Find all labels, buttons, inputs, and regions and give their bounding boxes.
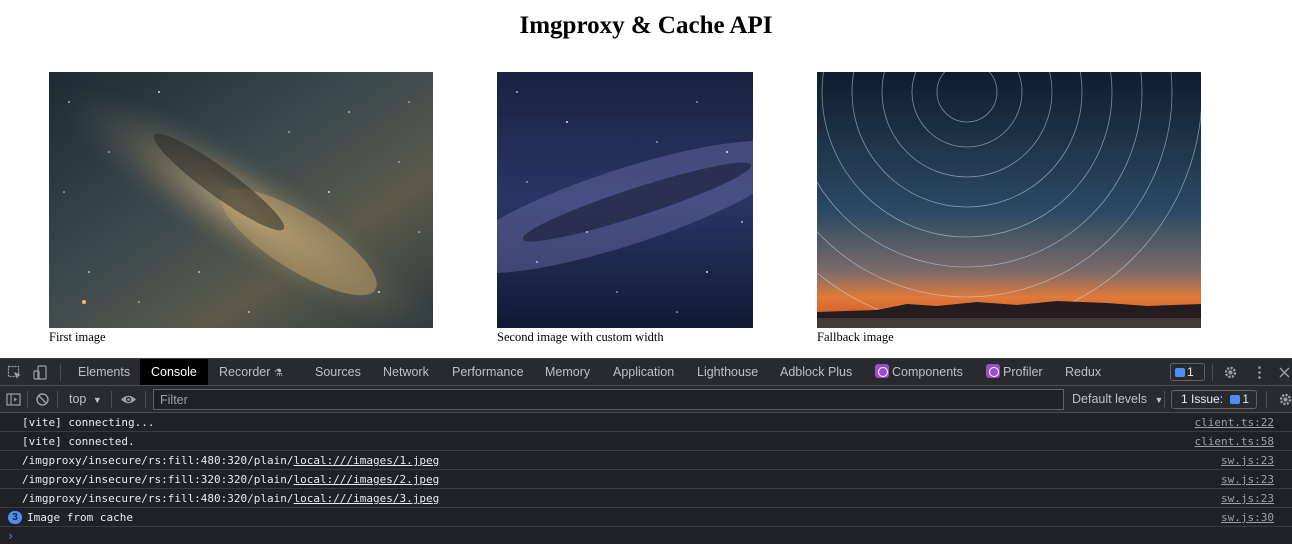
tab-elements[interactable]: Elements [67,359,141,385]
console-message: /imgproxy/insecure/rs:fill:480:320/plain… [22,451,439,470]
divider [1164,391,1165,408]
tab-performance[interactable]: Performance [441,359,535,385]
url-prefix: /imgproxy/insecure/rs:fill:480:320/plain… [22,454,294,467]
source-link[interactable]: sw.js:23 [1221,451,1274,470]
console-toolbar: top ▼ Default levels ▼ 1 Issue: 1 [0,386,1292,413]
issues-label: 1 Issue: [1181,392,1224,406]
source-link[interactable]: sw.js:23 [1221,470,1274,489]
tab-network[interactable]: Network [372,359,440,385]
console-row: /imgproxy/insecure/rs:fill:480:320/plain… [0,489,1292,508]
console-message: [vite] connecting... [22,416,155,429]
url-link[interactable]: local:///images/3.jpeg [294,492,440,505]
context-label: top [69,392,87,406]
tab-recorder[interactable]: Recorder ⚗ [208,359,294,385]
context-selector[interactable]: top ▼ [69,386,102,413]
divider [1212,364,1213,381]
divider [1266,391,1267,408]
url-link[interactable]: local:///images/1.jpeg [294,454,440,467]
milky-way-image [49,72,433,328]
messages-badge[interactable]: 1 [1170,363,1205,381]
flask-icon: ⚗ [273,368,283,379]
console-message: /imgproxy/insecure/rs:fill:480:320/plain… [22,489,439,508]
prompt-caret-icon: › [7,529,15,543]
divider [145,391,146,408]
source-link[interactable]: sw.js:23 [1221,489,1274,508]
web-page: Imgproxy & Cache API First image Second … [0,0,1292,358]
filter-input[interactable] [153,389,1064,410]
log-levels-label: Default levels [1072,392,1148,406]
divider [57,391,58,408]
settings-icon[interactable] [1278,392,1292,407]
inspect-icon[interactable] [7,365,22,380]
sidebar-toggle-icon[interactable] [6,392,21,407]
source-link[interactable]: client.ts:58 [1195,432,1274,451]
messages-count: 1 [1187,365,1194,379]
dropdown-arrow-icon: ▼ [1154,395,1164,405]
divider [60,364,61,381]
tab-application[interactable]: Application [602,359,685,385]
dropdown-arrow-icon: ▼ [92,395,102,405]
console-prompt[interactable]: › [0,527,1292,544]
console-output: [vite] connecting... client.ts:22 [vite]… [0,413,1292,544]
tab-adblock-plus[interactable]: Adblock Plus [769,359,863,385]
tab-components[interactable]: Components [864,359,974,385]
tab-lighthouse[interactable]: Lighthouse [686,359,769,385]
console-row: [vite] connecting... client.ts:22 [0,413,1292,432]
tab-sources[interactable]: Sources [304,359,372,385]
divider [111,391,112,408]
figure-caption: Fallback image [817,330,894,344]
console-row: [vite] connected. client.ts:58 [0,432,1292,451]
url-link[interactable]: local:///images/2.jpeg [294,473,440,486]
figure-caption: Second image with custom width [497,330,664,344]
starry-sky-image [497,72,753,328]
source-link[interactable]: client.ts:22 [1195,413,1274,432]
page-title: Imgproxy & Cache API [519,12,773,39]
console-row: /imgproxy/insecure/rs:fill:480:320/plain… [0,451,1292,470]
tab-label: Components [892,365,963,379]
react-icon [875,364,889,378]
star-trails-image [817,72,1201,328]
figure-caption: First image [49,330,106,344]
issues-count: 1 [1242,392,1250,406]
log-levels-dropdown[interactable]: Default levels ▼ [1072,386,1163,413]
close-icon[interactable] [1277,365,1292,380]
message-icon [1175,368,1185,377]
figure-fallback: Fallback image [817,72,1201,345]
figure-second: Second image with custom width [497,72,753,345]
clear-console-icon[interactable] [35,392,50,407]
tab-profiler[interactable]: Profiler [975,359,1054,385]
kebab-menu-icon[interactable] [1252,365,1267,380]
repeat-count-badge: 3 [8,511,22,524]
divider [27,391,28,408]
console-message: Image from cache [27,511,133,524]
issues-button[interactable]: 1 Issue: 1 [1171,390,1257,409]
tab-redux[interactable]: Redux [1054,359,1112,385]
devtools-panel: Elements Console Recorder ⚗ Sources Netw… [0,358,1292,544]
tab-console[interactable]: Console [140,359,208,385]
settings-gear-icon[interactable] [1223,365,1238,380]
console-row: 3 Image from cache sw.js:30 [0,508,1292,527]
console-row: /imgproxy/insecure/rs:fill:320:320/plain… [0,470,1292,489]
console-message: [vite] connected. [22,435,135,448]
react-icon [986,364,1000,378]
tab-label: Recorder [219,365,271,379]
device-toggle-icon[interactable] [33,365,48,380]
console-message: /imgproxy/insecure/rs:fill:320:320/plain… [22,470,439,489]
tab-memory[interactable]: Memory [534,359,601,385]
url-prefix: /imgproxy/insecure/rs:fill:480:320/plain… [22,492,294,505]
devtools-tabbar: Elements Console Recorder ⚗ Sources Netw… [0,359,1292,386]
url-prefix: /imgproxy/insecure/rs:fill:320:320/plain… [22,473,294,486]
message-icon [1230,395,1241,404]
eye-icon[interactable] [120,392,137,407]
figure-first: First image [49,72,433,345]
tab-label: Profiler [1003,365,1043,379]
source-link[interactable]: sw.js:30 [1221,508,1274,527]
